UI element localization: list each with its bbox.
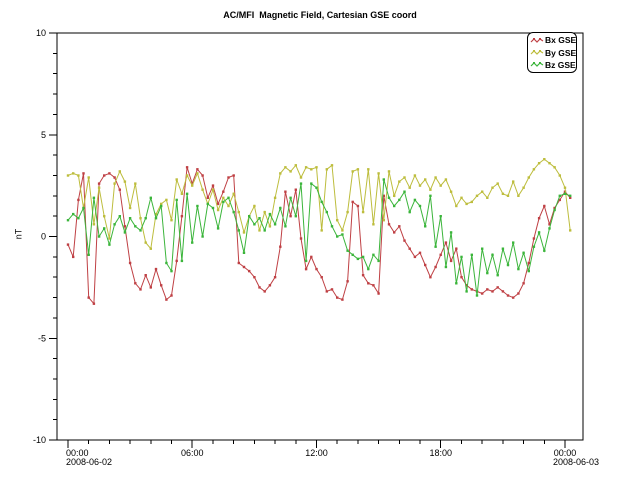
bz-series-swatch-icon — [530, 60, 544, 69]
y-tick-label: 0 — [41, 232, 46, 242]
legend-item-by: By GSE — [530, 47, 576, 59]
series-by-gse — [67, 158, 572, 250]
x-tick-label: 18:00 — [429, 448, 452, 458]
plot-window: AC/MFI Magnetic Field, Cartesian GSE coo… — [0, 0, 640, 480]
legend-label-bz: Bz GSE — [545, 60, 576, 70]
y-tick-label: 5 — [41, 130, 46, 140]
x-tick-label: 12:00 — [305, 448, 328, 458]
by-series-swatch-icon — [530, 48, 544, 57]
axes: 1050-5-1000:0006:0012:0018:0000:00 — [33, 28, 583, 458]
x-axis-start-date: 2008-06-02 — [66, 457, 112, 467]
y-tick-label: -5 — [38, 333, 46, 343]
series-bx-gse — [67, 166, 572, 305]
bx-series-swatch-icon — [530, 36, 544, 45]
y-tick-label: -10 — [33, 435, 46, 445]
legend-label-bx: Bx GSE — [545, 35, 576, 45]
y-tick-label: 10 — [36, 28, 46, 38]
x-tick-label: 06:00 — [181, 448, 204, 458]
x-axis-end-date: 2008-06-03 — [553, 457, 599, 467]
legend-label-by: By GSE — [545, 48, 576, 58]
series-bz-gse — [67, 178, 572, 296]
legend: Bx GSE By GSE Bz GSE — [527, 32, 577, 73]
legend-item-bx: Bx GSE — [530, 34, 576, 46]
y-axis-label: nT — [13, 229, 23, 240]
legend-item-bz: Bz GSE — [530, 59, 576, 71]
